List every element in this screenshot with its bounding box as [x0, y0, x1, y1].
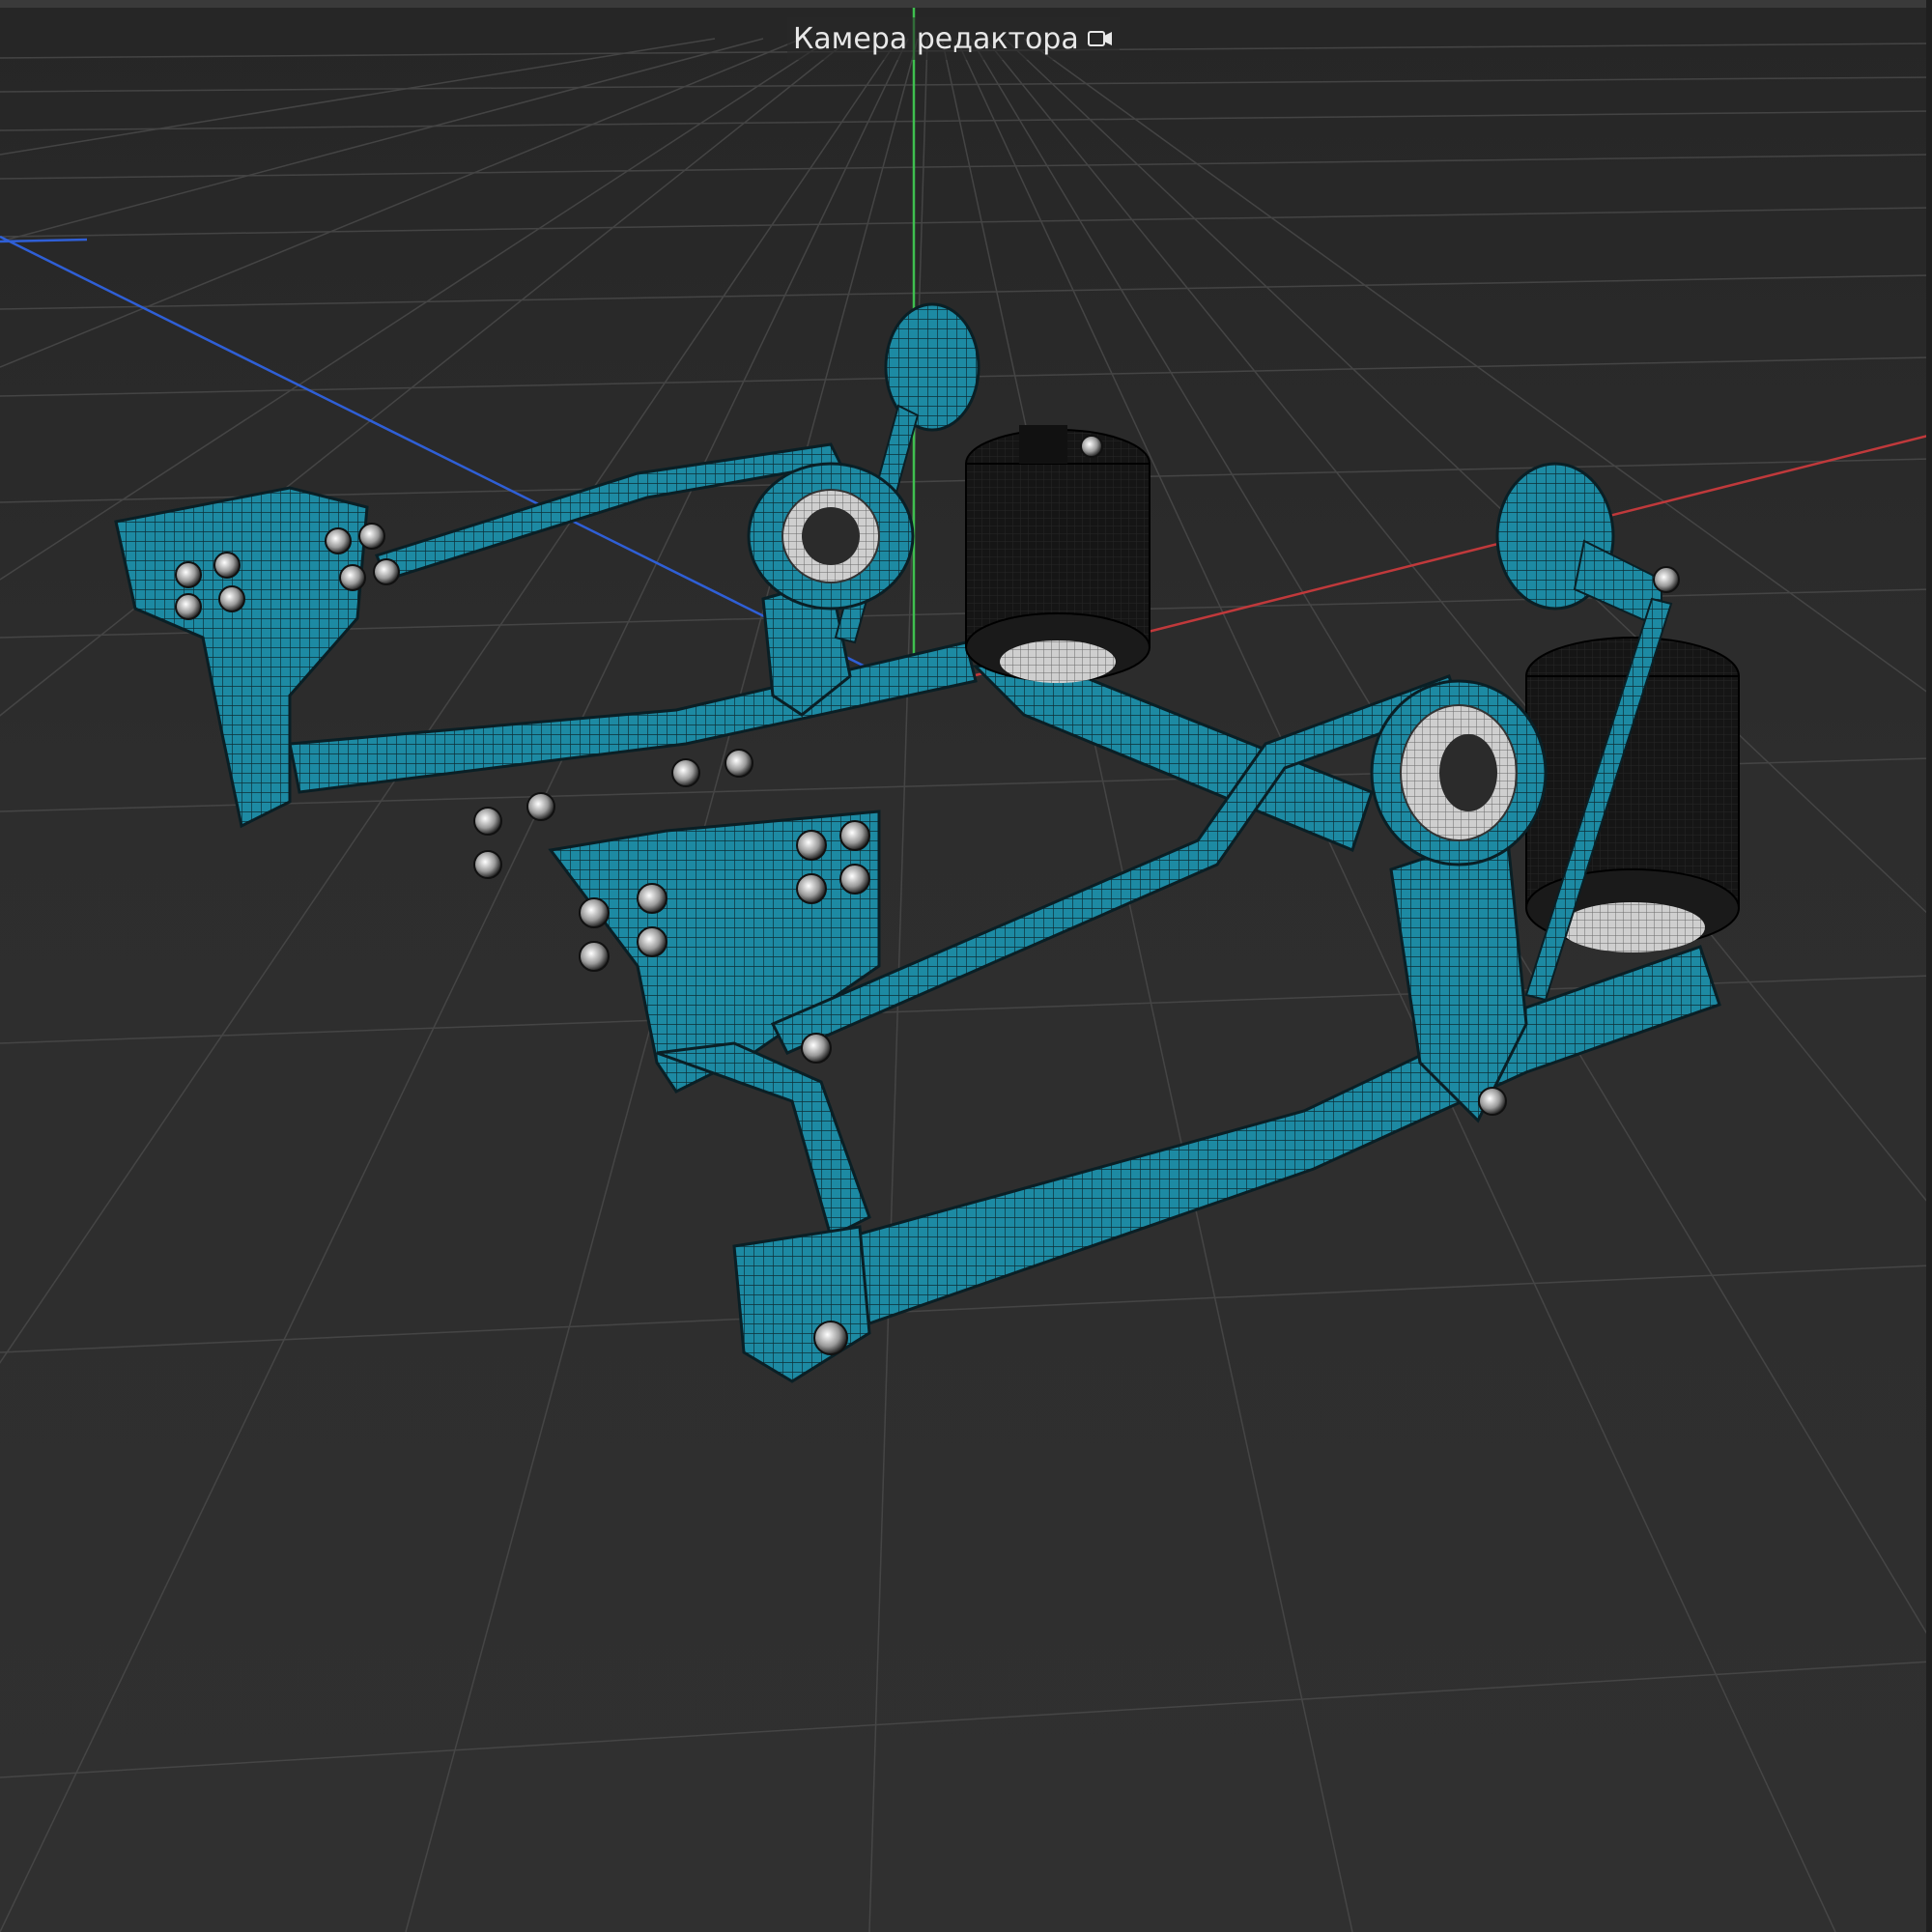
suspension-model[interactable] — [114, 302, 1740, 1383]
bolt — [579, 941, 610, 972]
viewport-right-border — [1926, 0, 1932, 1932]
bolt — [473, 850, 502, 879]
back-air-bag[interactable] — [965, 425, 1151, 683]
scene-canvas[interactable] — [0, 0, 1932, 1932]
bolt — [1080, 435, 1103, 458]
bolt — [637, 883, 668, 914]
camera-label[interactable]: Камера редактора — [787, 17, 1120, 60]
bolt — [813, 1321, 848, 1355]
bolt — [373, 558, 400, 585]
bolt — [671, 758, 700, 787]
bolt — [358, 523, 385, 550]
camera-icon[interactable] — [1087, 27, 1114, 50]
bolt — [526, 792, 555, 821]
axis-z-marker — [0, 238, 88, 243]
bolt — [839, 864, 870, 895]
camera-label-text: Камера редактора — [793, 21, 1079, 56]
bolt — [637, 926, 668, 957]
front-bushing[interactable] — [1370, 679, 1548, 867]
bolt — [1478, 1087, 1507, 1116]
bolt — [796, 873, 827, 904]
bolt — [339, 564, 366, 591]
editor-viewport[interactable]: Камера редактора — [0, 0, 1932, 1932]
back-main-beam[interactable] — [288, 640, 978, 794]
bolt — [325, 527, 352, 554]
bolt — [839, 820, 870, 851]
bolt — [175, 561, 202, 588]
bolt — [724, 749, 753, 778]
bolt — [796, 830, 827, 861]
front-end-foot[interactable] — [732, 1225, 871, 1383]
back-bushing[interactable] — [747, 462, 915, 611]
bolt — [218, 585, 245, 612]
bolt — [579, 897, 610, 928]
bolt — [1653, 566, 1680, 593]
front-main-beam[interactable] — [848, 945, 1721, 1325]
bolt — [175, 593, 202, 620]
bolt — [213, 552, 241, 579]
bolt — [801, 1033, 832, 1064]
bolt — [473, 807, 502, 836]
